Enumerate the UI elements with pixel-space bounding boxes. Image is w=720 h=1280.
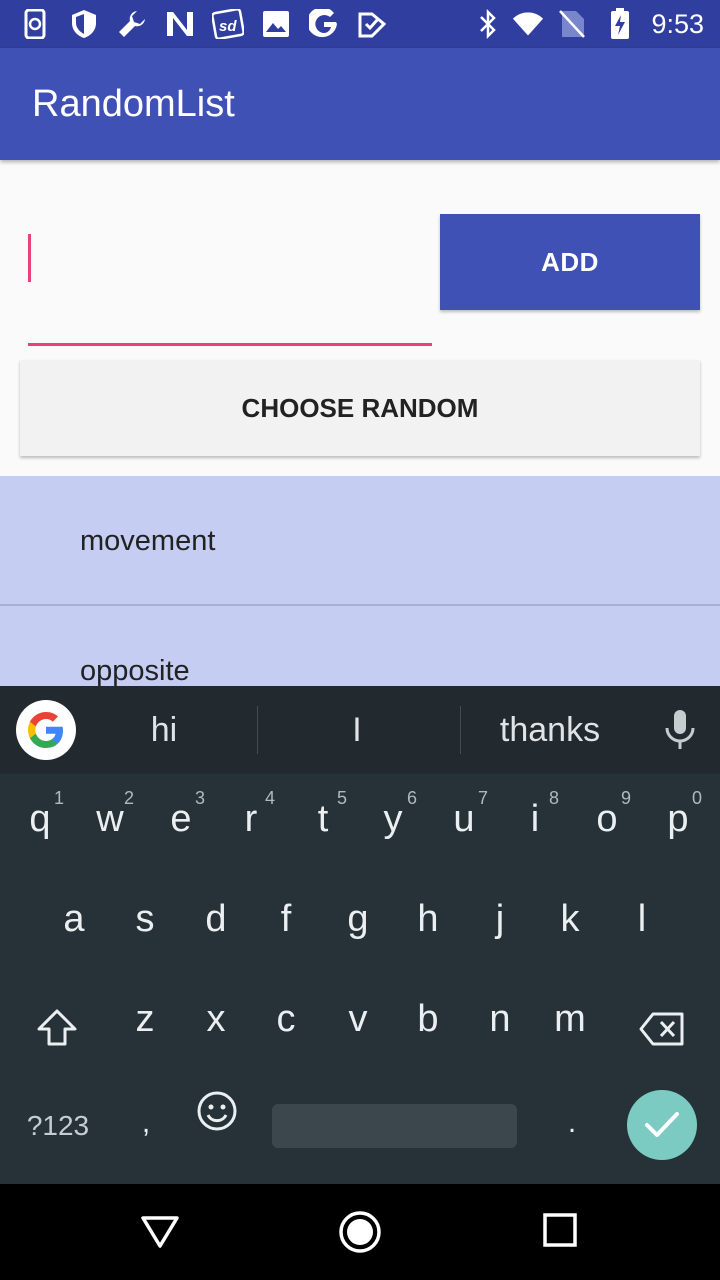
back-icon[interactable] [140,1212,180,1252]
key-label: e [170,798,192,840]
check-icon [356,8,388,40]
item-list[interactable]: movement opposite [0,476,720,686]
key-e[interactable]: e3 [161,788,205,841]
key-a[interactable]: a [54,898,94,941]
list-item[interactable]: movement [0,476,720,606]
suggestion-bar: hi I thanks [0,686,720,774]
checkmark-icon [645,1112,679,1137]
key-m[interactable]: m [550,998,590,1041]
key-c[interactable]: c [266,998,306,1041]
google-g-icon[interactable] [16,700,76,760]
key-label: i [530,798,540,840]
key-g[interactable]: g [338,898,378,941]
no-sim-icon [556,8,588,40]
key-x[interactable]: x [196,998,236,1041]
key-q[interactable]: q1 [20,788,64,841]
key-k[interactable]: k [550,898,590,941]
key-v[interactable]: v [338,998,378,1041]
key-hint: 2 [123,788,134,808]
choose-random-button[interactable]: CHOOSE RANDOM [20,360,700,456]
phone-sync-icon [20,8,52,40]
shield-icon [68,8,100,40]
suggestion-1[interactable]: hi [94,686,234,774]
key-hint: 6 [406,788,417,808]
key-j[interactable]: j [480,898,520,941]
key-f[interactable]: f [266,898,306,941]
key-hint: 9 [620,788,631,808]
key-d[interactable]: d [196,898,236,941]
image-icon [260,8,292,40]
google-icon [308,8,340,40]
suggestion-3[interactable]: thanks [480,686,620,774]
key-u[interactable]: u7 [444,788,488,841]
key-label: y [383,798,403,840]
item-input[interactable] [28,214,432,346]
key-hint: 7 [477,788,488,808]
key-label: r [244,798,258,840]
soft-keyboard: hi I thanks q1 w2 e3 r4 t5 y6 u7 i8 o9 p… [0,686,720,1184]
key-hint: 3 [194,788,205,808]
home-icon[interactable] [338,1210,382,1254]
emoji-key[interactable] [195,1090,239,1142]
svg-text:sd: sd [219,18,237,35]
key-label: p [667,798,689,840]
app-bar: RandomList [0,48,720,160]
key-label: t [317,798,329,840]
shift-key[interactable] [34,1008,80,1058]
shift-icon [37,1009,77,1046]
key-label: o [596,798,618,840]
key-y[interactable]: y6 [373,788,418,841]
key-p[interactable]: p0 [658,788,702,841]
suggestion-2[interactable]: I [287,686,427,774]
key-hint: 5 [336,788,347,808]
comma-key[interactable]: , [136,1106,156,1140]
key-hint: 0 [691,788,702,808]
backspace-icon [639,1012,684,1046]
navigation-bar [0,1184,720,1280]
status-bar: sd 9:53 [0,0,720,48]
add-button[interactable]: ADD [440,214,700,310]
key-h[interactable]: h [408,898,448,941]
key-z[interactable]: z [125,998,165,1041]
backspace-key[interactable] [638,1012,686,1056]
key-hint: 4 [264,788,275,808]
emoji-icon [197,1091,237,1131]
wrench-icon [116,8,148,40]
key-n[interactable]: n [480,998,520,1041]
text-cursor [28,234,31,282]
app-title: RandomList [32,83,235,125]
key-o[interactable]: o9 [587,788,631,841]
key-i[interactable]: i8 [515,788,559,841]
key-r[interactable]: r4 [231,788,275,841]
key-label: w [96,798,124,840]
status-time: 9:53 [651,9,704,39]
key-hint: 8 [548,788,559,808]
suggestion-divider [460,706,461,754]
key-hint: 1 [53,788,64,808]
bluetooth-icon [472,8,504,40]
enter-key[interactable] [627,1090,697,1160]
key-w[interactable]: w2 [90,788,134,841]
list-item[interactable]: opposite [0,606,720,686]
key-l[interactable]: l [622,898,662,941]
n-icon [164,8,196,40]
suggestion-divider [257,706,258,754]
list-item-label: movement [80,525,216,557]
wifi-icon [512,8,544,40]
list-item-label: opposite [80,655,190,686]
battery-charging-icon [604,8,636,40]
key-s[interactable]: s [125,898,165,941]
key-label: q [29,798,51,840]
period-key[interactable]: . [562,1106,582,1140]
key-b[interactable]: b [408,998,448,1041]
key-t[interactable]: t5 [303,788,347,841]
space-key[interactable] [272,1104,517,1148]
recents-icon[interactable] [542,1212,582,1252]
key-label: u [453,798,475,840]
mic-icon[interactable] [662,710,698,750]
sd-icon: sd [212,8,244,40]
symbols-key[interactable]: ?123 [20,1110,96,1142]
